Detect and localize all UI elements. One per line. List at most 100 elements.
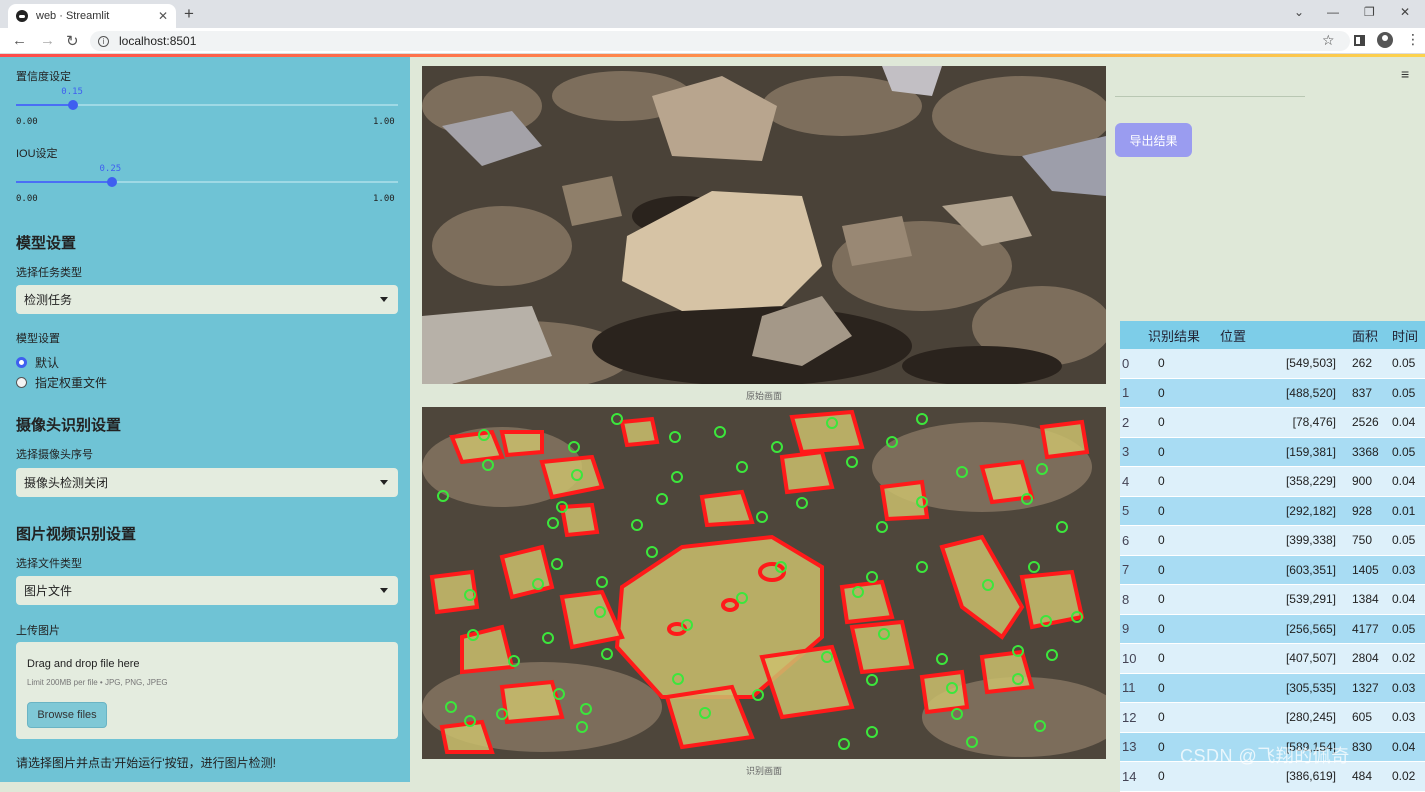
iou-max: 1.00 (373, 194, 395, 204)
iou-value: 0.25 (99, 164, 122, 174)
cell-result: 0 (1158, 562, 1165, 577)
header-position[interactable]: 位置 (1220, 326, 1346, 345)
table-row[interactable]: 10 0 [407,507] 2804 0.02 (1120, 644, 1425, 674)
row-index: 13 (1122, 739, 1137, 755)
address-bar: ← → ↻ i localhost:8501 ☆ ⋮ (0, 28, 1425, 54)
cell-area: 928 (1352, 503, 1373, 518)
confidence-slider-thumb[interactable] (68, 100, 79, 110)
model-heading: 模型设置 (16, 235, 77, 252)
confidence-slider[interactable]: 0.15 (16, 87, 398, 110)
table-row[interactable]: 6 0 [399,338] 750 0.05 (1120, 526, 1425, 556)
confidence-value: 0.15 (61, 87, 83, 97)
table-header: 识别结果 位置 面积 时间 (1120, 321, 1425, 349)
upload-limit-text: Limit 200MB per file • JPG, PNG, JPEG (27, 678, 168, 687)
iou-label: IOU设定 (16, 148, 58, 160)
task-type-select[interactable]: 检测任务 (16, 285, 398, 314)
radio-custom-label: 指定权重文件 (35, 376, 108, 390)
table-row[interactable]: 1 0 [488,520] 837 0.05 (1120, 378, 1425, 408)
camera-label: 选择摄像头序号 (16, 449, 93, 461)
table-row[interactable]: 8 0 [539,291] 1384 0.04 (1120, 585, 1425, 615)
cell-position: [488,520] (1285, 385, 1336, 400)
file-type-select[interactable]: 图片文件 (16, 576, 398, 605)
browser-tab[interactable]: web · Streamlit ✕ (8, 4, 176, 28)
cell-time: 0.03 (1392, 680, 1416, 695)
table-row[interactable]: 2 0 [78,476] 2526 0.04 (1120, 408, 1425, 438)
cell-position: [280,245] (1285, 710, 1336, 725)
radio-unselected-icon[interactable] (16, 377, 27, 388)
table-row[interactable]: 4 0 [358,229] 900 0.04 (1120, 467, 1425, 497)
tab-search-icon[interactable]: ⌄ (1294, 5, 1304, 19)
browser-menu-icon[interactable]: ⋮ (1406, 31, 1420, 48)
row-index: 10 (1122, 650, 1137, 666)
cell-position: [603,351] (1285, 562, 1336, 577)
profile-avatar-icon[interactable] (1377, 32, 1393, 48)
table-row[interactable]: 9 0 [256,565] 4177 0.05 (1120, 614, 1425, 644)
table-row[interactable]: 0 0 [549,503] 262 0.05 (1120, 349, 1425, 379)
url-text: localhost:8501 (119, 34, 197, 48)
cell-time: 0.05 (1392, 385, 1416, 400)
cell-position: [159,381] (1285, 444, 1336, 459)
back-icon[interactable]: ← (12, 32, 27, 49)
restore-icon[interactable]: ❐ (1364, 5, 1375, 19)
table-row[interactable]: 3 0 [159,381] 3368 0.05 (1120, 437, 1425, 467)
row-index: 8 (1122, 591, 1130, 607)
cell-result: 0 (1158, 769, 1165, 784)
cell-position: [549,503] (1285, 356, 1336, 371)
export-results-button[interactable]: 导出结果 (1115, 123, 1192, 157)
tab-close-icon[interactable]: ✕ (158, 9, 168, 23)
row-index: 9 (1122, 621, 1130, 637)
cell-time: 0.05 (1392, 444, 1416, 459)
cell-area: 605 (1352, 710, 1373, 725)
header-area[interactable]: 面积 (1352, 326, 1386, 345)
window-close-icon[interactable]: ✕ (1400, 5, 1410, 19)
cell-time: 0.03 (1392, 710, 1416, 725)
sidebar: 置信度设定 0.15 0.00 1.00 IOU设定 0.25 0.00 1.0… (0, 57, 410, 782)
cell-time: 0.01 (1392, 503, 1416, 518)
cell-time: 0.02 (1392, 651, 1416, 666)
cell-area: 1384 (1352, 592, 1379, 607)
table-row[interactable]: 11 0 [305,535] 1327 0.03 (1120, 673, 1425, 703)
hamburger-menu-icon[interactable]: ≡ (1401, 66, 1409, 82)
cell-area: 750 (1352, 533, 1373, 548)
task-type-value: 检测任务 (24, 293, 73, 307)
browse-files-button[interactable]: Browse files (27, 702, 107, 728)
radio-custom-weights[interactable]: 指定权重文件 (16, 374, 107, 391)
iou-min: 0.00 (16, 194, 38, 204)
side-panel-icon[interactable] (1354, 35, 1365, 46)
results-table: 识别结果 位置 面积 时间 0 0 [549,503] 262 0.05 1 0 [488,5… (1120, 321, 1425, 792)
url-field[interactable]: i localhost:8501 (90, 31, 1350, 51)
iou-slider-fill (16, 181, 112, 183)
table-row[interactable]: 5 0 [292,182] 928 0.01 (1120, 496, 1425, 526)
radio-selected-icon[interactable] (16, 357, 27, 368)
new-tab-icon[interactable]: + (184, 4, 194, 24)
cell-result: 0 (1158, 444, 1165, 459)
table-row[interactable]: 7 0 [603,351] 1405 0.03 (1120, 555, 1425, 585)
cell-time: 0.04 (1392, 474, 1416, 489)
cell-position: [539,291] (1285, 592, 1336, 607)
cell-time: 0.04 (1392, 739, 1416, 754)
site-info-icon[interactable]: i (98, 35, 109, 47)
cell-position: [407,507] (1285, 651, 1336, 666)
iou-slider-thumb[interactable] (106, 177, 117, 187)
file-type-value: 图片文件 (24, 584, 73, 598)
minimize-icon[interactable]: — (1327, 5, 1339, 19)
camera-select[interactable]: 摄像头检测关闭 (16, 468, 398, 497)
cell-area: 830 (1352, 739, 1373, 754)
iou-slider[interactable]: 0.25 (16, 164, 398, 187)
confidence-min: 0.00 (16, 117, 38, 127)
table-row[interactable]: 12 0 [280,245] 605 0.03 (1120, 703, 1425, 733)
detection-result-image (422, 407, 1106, 759)
cell-result: 0 (1158, 680, 1165, 695)
cell-area: 4177 (1352, 621, 1379, 636)
header-result[interactable]: 识别结果 (1148, 326, 1218, 345)
media-heading: 图片视频识别设置 (16, 526, 137, 543)
divider (1115, 96, 1305, 97)
cell-position: [399,338] (1285, 533, 1336, 548)
reload-icon[interactable]: ↻ (66, 32, 79, 50)
header-time[interactable]: 时间 (1392, 326, 1425, 345)
file-uploader-dropzone[interactable]: Drag and drop file here Limit 200MB per … (16, 642, 398, 739)
drag-drop-text: Drag and drop file here (27, 658, 140, 670)
bookmark-star-icon[interactable]: ☆ (1322, 32, 1335, 49)
radio-default[interactable]: 默认 (16, 354, 59, 371)
forward-icon[interactable]: → (40, 32, 55, 49)
